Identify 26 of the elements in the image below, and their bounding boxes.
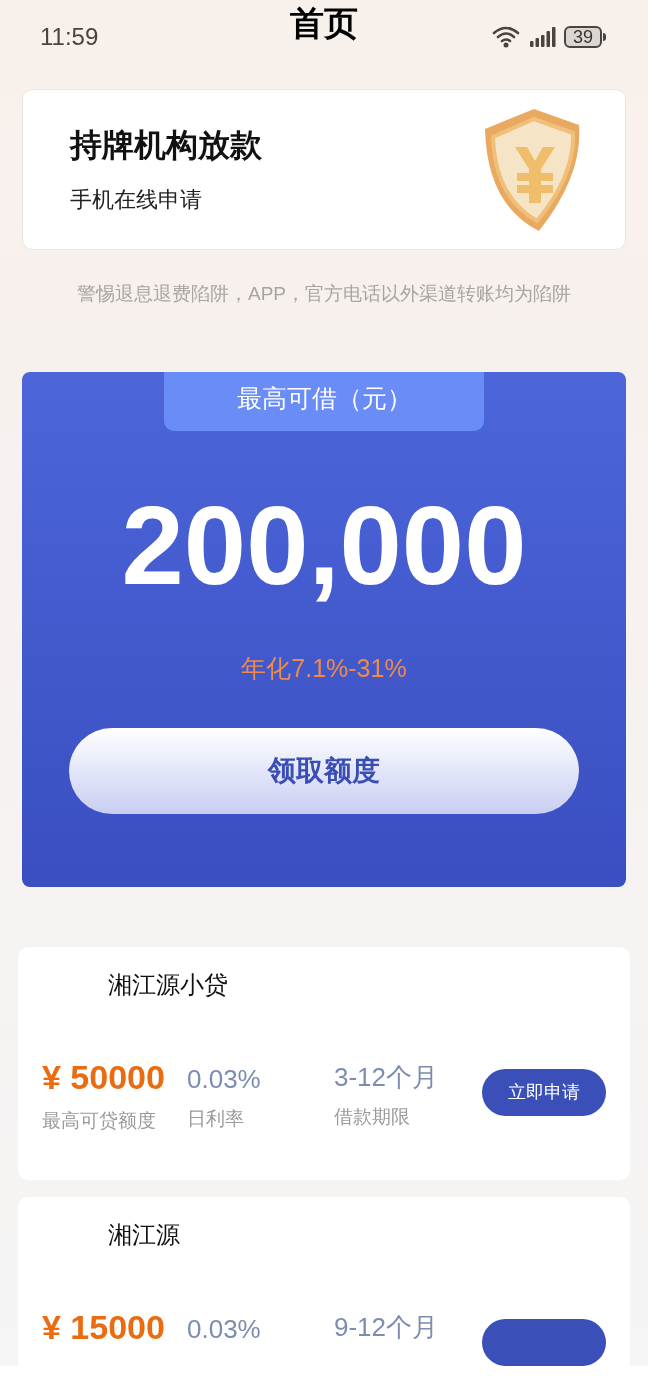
- banner-title: 持牌机构放款: [70, 125, 262, 164]
- apply-button[interactable]: 立即申请: [482, 1069, 606, 1116]
- limit-label: 最高可借（元）: [164, 372, 484, 431]
- loan-amount: ¥ 50000: [42, 1057, 166, 1097]
- signal-icon: [530, 27, 556, 47]
- product-name: 湘江源: [108, 1220, 181, 1250]
- apply-button[interactable]: [482, 1319, 606, 1366]
- rate-text: 年化7.1%-31%: [241, 653, 407, 684]
- product-name: 湘江源小贷: [108, 970, 229, 1000]
- loan-amount: ¥ 15000: [42, 1307, 166, 1347]
- loan-term: 9-12个月: [334, 1311, 440, 1343]
- daily-rate: 0.03%: [187, 1063, 262, 1095]
- rate-label: 日利率: [187, 1107, 245, 1131]
- banner-subtitle: 手机在线申请: [70, 185, 203, 214]
- limit-amount: 200,000: [121, 484, 527, 608]
- daily-rate: 0.03%: [187, 1313, 262, 1345]
- claim-button[interactable]: 领取额度: [69, 728, 579, 814]
- loan-term: 3-12个月: [334, 1061, 440, 1093]
- battery-tip: [603, 33, 606, 41]
- wifi-icon: [492, 26, 522, 48]
- status-time: 11:59: [40, 22, 99, 52]
- battery-level: 39: [564, 26, 602, 48]
- warning-text: 警惕退息退费陷阱，APP，官方电话以外渠道转账均为陷阱: [76, 282, 572, 306]
- amount-label: 最高可贷额度: [42, 1109, 157, 1133]
- page-title: 首页: [289, 3, 359, 44]
- term-label: 借款期限: [334, 1105, 411, 1129]
